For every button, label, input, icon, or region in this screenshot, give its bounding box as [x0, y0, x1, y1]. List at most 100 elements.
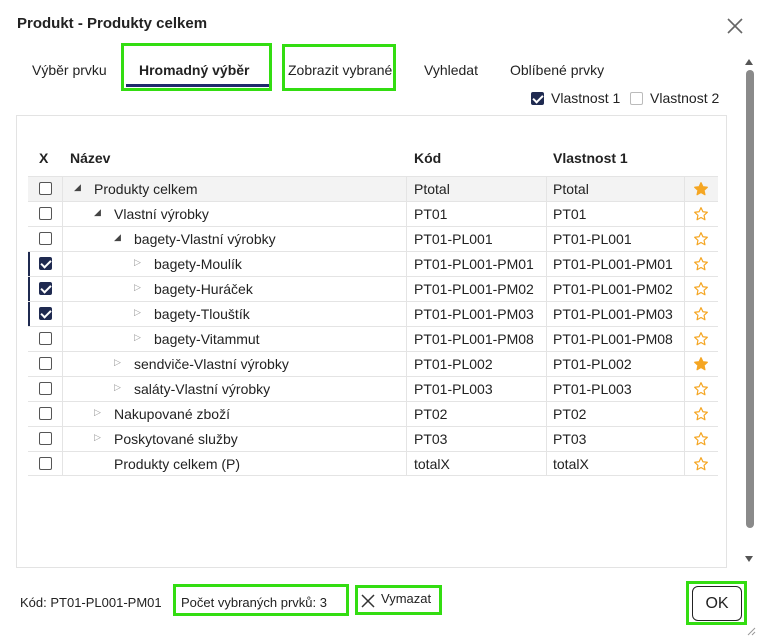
row-separator [406, 177, 407, 201]
close-icon[interactable] [725, 16, 745, 36]
row-checkbox[interactable] [39, 182, 52, 195]
tree-row[interactable]: ▷ bagety-Moulík PT01-PL001-PM01 PT01-PL001-… [28, 251, 718, 276]
row-separator [406, 452, 407, 476]
tab-vyhledat[interactable]: Vyhledat [424, 62, 478, 78]
row-name: Nakupované zboží [114, 406, 230, 422]
row-separator [546, 202, 547, 226]
column-header-x: X [39, 150, 49, 166]
row-property-1: totalX [553, 456, 589, 472]
row-separator [546, 377, 547, 401]
expand-arrow-icon[interactable]: ▷ [94, 432, 101, 443]
row-separator [406, 227, 407, 251]
collapse-arrow-icon[interactable]: ◢ [114, 232, 121, 243]
row-separator [62, 327, 63, 351]
row-separator [62, 352, 63, 376]
column-header-vlastnost-1: Vlastnost 1 [553, 150, 628, 166]
expand-arrow-icon[interactable]: ▷ [94, 407, 101, 418]
tree-row[interactable]: ◢ Produkty celkem Ptotal Ptotal [28, 176, 718, 201]
expand-arrow-icon[interactable]: ▷ [134, 332, 141, 343]
collapse-arrow-icon[interactable]: ◢ [94, 207, 101, 218]
row-separator [546, 277, 547, 301]
row-name: bagety-Vlastní výrobky [134, 231, 276, 247]
favorite-star-icon[interactable] [693, 256, 709, 272]
row-checkbox[interactable] [39, 457, 52, 470]
tab-vyber-prvku[interactable]: Výběr prvku [32, 62, 107, 78]
row-checkbox[interactable] [39, 307, 52, 320]
row-checkbox[interactable] [39, 282, 52, 295]
row-separator [62, 227, 63, 251]
row-checkbox[interactable] [39, 407, 52, 420]
expand-arrow-icon[interactable]: ▷ [114, 382, 121, 393]
tree-row[interactable]: ▷ Poskytované služby PT03 PT03 [28, 426, 718, 451]
resize-grip-icon[interactable] [746, 626, 756, 636]
row-separator [684, 202, 685, 226]
row-separator [406, 252, 407, 276]
row-name: bagety-Tlouštík [154, 306, 250, 322]
row-name: sendviče-Vlastní výrobky [134, 356, 289, 372]
favorite-star-icon[interactable] [693, 406, 709, 422]
row-separator [406, 352, 407, 376]
tree-row[interactable]: Produkty celkem (P) totalX totalX [28, 451, 718, 476]
row-code: PT01-PL001 [414, 231, 493, 247]
ok-button[interactable]: OK [692, 586, 742, 621]
tree-row[interactable]: ▷ bagety-Tlouštík PT01-PL001-PM03 PT01-PL00… [28, 301, 718, 326]
favorite-star-icon[interactable] [693, 281, 709, 297]
tree-row[interactable]: ▷ Nakupované zboží PT02 PT02 [28, 401, 718, 426]
favorite-star-icon[interactable] [693, 331, 709, 347]
row-property-1: PT01-PL001 [553, 231, 632, 247]
row-separator [546, 352, 547, 376]
tab-oblibene-prvky[interactable]: Oblíbené prvky [510, 62, 604, 78]
row-property-1: Ptotal [553, 181, 589, 197]
row-separator [684, 277, 685, 301]
tree-row[interactable]: ▷ saláty-Vlastní výrobky PT01-PL003 PT01-PL… [28, 376, 718, 401]
row-separator [62, 377, 63, 401]
tree-row[interactable]: ◢ bagety-Vlastní výrobky PT01-PL001 PT01-PL… [28, 226, 718, 251]
row-property-1: PT02 [553, 406, 587, 422]
row-separator [62, 252, 63, 276]
tree-row[interactable]: ▷ bagety-Huráček PT01-PL001-PM02 PT01-PL001… [28, 276, 718, 301]
expand-arrow-icon[interactable]: ▷ [134, 282, 141, 293]
scroll-up-icon[interactable] [745, 59, 753, 65]
favorite-star-icon[interactable] [693, 456, 709, 472]
row-separator [546, 227, 547, 251]
favorite-star-icon[interactable] [693, 181, 709, 197]
row-checkbox[interactable] [39, 232, 52, 245]
expand-arrow-icon[interactable]: ▷ [134, 257, 141, 268]
dialog-title: Produkt - Produkty celkem [17, 15, 208, 32]
clear-button[interactable]: Vymazat [381, 591, 431, 606]
row-code: PT01-PL001-PM02 [414, 281, 534, 297]
clear-x-icon[interactable] [361, 594, 375, 608]
scroll-down-icon[interactable] [745, 556, 753, 562]
row-checkbox[interactable] [39, 432, 52, 445]
collapse-arrow-icon[interactable]: ◢ [74, 182, 81, 193]
favorite-star-icon[interactable] [693, 431, 709, 447]
row-separator [546, 302, 547, 326]
row-checkbox[interactable] [39, 382, 52, 395]
row-name: Poskytované služby [114, 431, 238, 447]
property-2-checkbox[interactable] [630, 92, 643, 105]
expand-arrow-icon[interactable]: ▷ [134, 307, 141, 318]
row-checkbox[interactable] [39, 332, 52, 345]
row-checkbox[interactable] [39, 207, 52, 220]
tree-row[interactable]: ▷ sendviče-Vlastní výrobky PT01-PL002 PT01-… [28, 351, 718, 376]
row-checkbox[interactable] [39, 357, 52, 370]
tree-row[interactable]: ▷ bagety-Vitammut PT01-PL001-PM08 PT01-PL00… [28, 326, 718, 351]
row-separator [684, 377, 685, 401]
scrollbar-thumb[interactable] [746, 70, 754, 528]
favorite-star-icon[interactable] [693, 381, 709, 397]
property-1-checkbox[interactable] [531, 92, 544, 105]
column-header-nazev: Název [70, 150, 111, 166]
expand-arrow-icon[interactable]: ▷ [114, 357, 121, 368]
row-separator [684, 352, 685, 376]
row-code: PT01 [414, 206, 448, 222]
favorite-star-icon[interactable] [693, 356, 709, 372]
favorite-star-icon[interactable] [693, 231, 709, 247]
row-property-1: PT01-PL003 [553, 381, 632, 397]
favorite-star-icon[interactable] [693, 206, 709, 222]
row-separator [62, 202, 63, 226]
row-property-1: PT01-PL001-PM01 [553, 256, 673, 272]
tree-row[interactable]: ◢ Vlastní výrobky PT01 PT01 [28, 201, 718, 226]
row-checkbox[interactable] [39, 257, 52, 270]
highlight-tab-zobrazit [282, 44, 396, 91]
favorite-star-icon[interactable] [693, 306, 709, 322]
